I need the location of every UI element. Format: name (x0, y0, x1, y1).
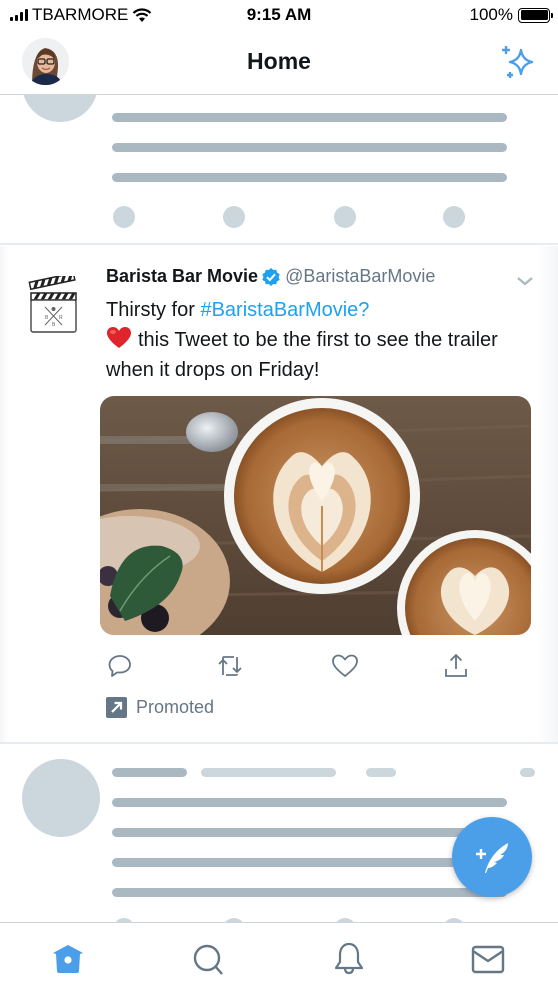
chevron-down-icon[interactable] (515, 274, 535, 288)
red-heart-emoji-icon (107, 327, 131, 348)
bell-icon (334, 942, 364, 975)
placeholder-line (520, 768, 535, 777)
promoted-text: Promoted (136, 697, 215, 717)
tweet-edge-shadow (0, 246, 8, 742)
retweet-icon[interactable] (215, 651, 245, 681)
search-icon (193, 944, 223, 975)
avatar-portrait (22, 38, 69, 85)
page-title: Home (247, 48, 311, 74)
tweet-actions (100, 651, 480, 681)
placeholder-line (112, 143, 507, 152)
compose-tweet-icon (476, 843, 508, 873)
tweet-edge-shadow (538, 246, 558, 742)
tab-notifications[interactable] (331, 941, 367, 977)
tweet-text-prefix: Thirsty for (106, 299, 201, 321)
tweet-header: Barista Bar Movie @BaristaBarMovie (106, 266, 435, 287)
author-handle[interactable]: @BaristaBarMovie (285, 266, 435, 287)
share-icon[interactable] (441, 651, 471, 681)
sparkle-icon[interactable] (498, 42, 538, 82)
placeholder-line (112, 768, 187, 777)
tweet-image[interactable] (100, 396, 531, 635)
verified-badge-icon (262, 267, 280, 286)
mail-icon (471, 945, 505, 974)
status-bar: TBARMORE 9:15 AM 100% (0, 0, 558, 32)
placeholder-line (112, 828, 507, 837)
tab-search[interactable] (190, 941, 226, 977)
svg-text:R: R (59, 315, 63, 321)
placeholder-line (112, 173, 507, 182)
promoted-arrow-icon (106, 697, 127, 718)
loading-placeholder-top (0, 46, 558, 244)
promoted-tweet[interactable]: B R B Barista Bar Movie @BaristaBarMovie… (0, 246, 558, 742)
placeholder-line (112, 888, 507, 897)
hashtag-link[interactable]: #BaristaBarMovie? (200, 299, 369, 321)
latte-photo (100, 396, 531, 635)
placeholder-line (112, 113, 507, 122)
placeholder-action (223, 206, 245, 228)
like-icon[interactable] (330, 651, 360, 681)
placeholder-line (201, 768, 336, 777)
tweet-text-line2: this Tweet to be the first to see the tr… (106, 325, 536, 385)
author-name[interactable]: Barista Bar Movie (106, 266, 258, 287)
tweet-text-line1: Thirsty for #BaristaBarMovie? (106, 295, 536, 325)
tweet-text-body: this Tweet to be the first to see the tr… (106, 329, 498, 381)
tweet-text: Thirsty for #BaristaBarMovie? this Tweet… (106, 295, 536, 385)
placeholder-line (366, 768, 396, 777)
compose-tweet-button[interactable] (452, 817, 532, 897)
placeholder-avatar (22, 759, 100, 837)
battery-percent: 100% (469, 5, 513, 24)
placeholder-action (443, 206, 465, 228)
placeholder-action (113, 206, 135, 228)
promoted-label[interactable]: Promoted (106, 697, 214, 718)
placeholder-line (112, 798, 507, 807)
top-nav-header: Home (0, 32, 558, 95)
user-avatar[interactable] (22, 38, 69, 85)
status-right: 100% (469, 5, 553, 25)
placeholder-line (112, 858, 507, 867)
reply-icon[interactable] (105, 651, 135, 681)
clapperboard-logo-icon[interactable]: B R B (28, 276, 80, 342)
tab-home[interactable] (50, 941, 86, 977)
bottom-tab-bar (0, 922, 558, 998)
placeholder-action (334, 206, 356, 228)
tab-messages[interactable] (470, 941, 506, 977)
battery-icon (518, 7, 553, 23)
divider (0, 243, 558, 245)
